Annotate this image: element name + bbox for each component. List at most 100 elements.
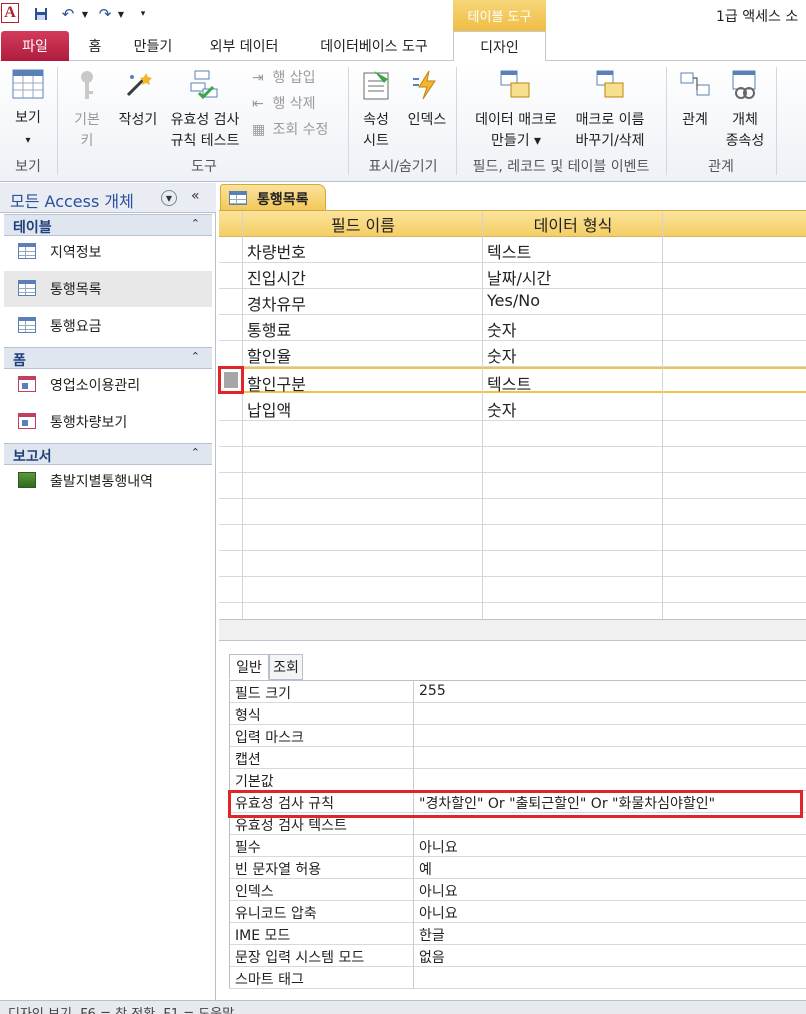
undo-dropdown-icon[interactable]: ▼ [80, 4, 90, 24]
chevron-up-icon: ⌃ [190, 350, 200, 363]
property-row-input-mask[interactable]: 입력 마스크 [229, 725, 806, 747]
field-row[interactable]: 경차유무 Yes/No [219, 289, 806, 315]
table-icon [18, 317, 36, 333]
redo-icon[interactable]: ↷ [97, 4, 113, 24]
view-button[interactable]: 보기 ▾ [6, 69, 50, 151]
field-name-cell[interactable]: 차량번호 [247, 239, 306, 263]
property-value[interactable]: 한글 [419, 925, 445, 945]
relationships-button[interactable]: 관계 [672, 69, 718, 131]
empty-field-row[interactable] [219, 499, 806, 525]
builder-button[interactable]: 작성기 [114, 69, 162, 131]
create-data-macros-button[interactable]: 데이터 매크로 만들기 ▾ [466, 69, 566, 152]
primary-key-button[interactable]: 기본 키 [64, 69, 110, 152]
property-value[interactable]: 255 [419, 683, 446, 699]
undo-icon[interactable]: ↶ [60, 4, 76, 24]
property-value[interactable]: 아니요 [419, 837, 458, 857]
nav-section-tables[interactable]: 테이블 ⌃ [4, 214, 212, 236]
empty-field-row[interactable] [219, 473, 806, 499]
empty-field-row[interactable] [219, 447, 806, 473]
tab-external-data[interactable]: 외부 데이터 [195, 31, 293, 61]
tab-lookup[interactable]: 조회 [269, 654, 303, 680]
data-type-cell[interactable]: 텍스트 [487, 371, 531, 395]
nav-item-report[interactable]: 출발지별통행내역 [4, 463, 212, 499]
data-type-cell[interactable]: 날짜/시간 [487, 265, 551, 289]
empty-field-row[interactable] [219, 551, 806, 577]
property-row-indexed[interactable]: 인덱스 아니요 [229, 879, 806, 901]
property-value[interactable]: 아니요 [419, 881, 458, 901]
tab-create[interactable]: 만들기 [122, 31, 184, 61]
nav-menu-dropdown-icon[interactable]: ▼ [161, 190, 177, 206]
property-row-smart-tags[interactable]: 스마트 태그 [229, 967, 806, 989]
shutter-bar-collapse-icon[interactable]: « [191, 188, 200, 204]
property-sheet-button[interactable]: 속성 시트 [356, 69, 396, 152]
empty-field-row[interactable] [219, 421, 806, 447]
data-type-cell[interactable]: Yes/No [487, 291, 540, 310]
customize-quick-access-icon[interactable]: ▾ [137, 4, 149, 24]
object-dependencies-button[interactable]: 개체 종속성 [720, 69, 770, 152]
empty-field-row[interactable] [219, 525, 806, 551]
field-row-current[interactable]: 할인구분 텍스트 [219, 367, 806, 395]
tab-home[interactable]: 홈 [78, 31, 112, 61]
field-row[interactable]: 할인율 숫자 [219, 341, 806, 367]
property-divider [413, 747, 414, 769]
nav-item-form[interactable]: 영업소이용관리 [4, 367, 212, 403]
field-name-cell[interactable]: 납입액 [247, 397, 291, 421]
dependencies-icon [720, 69, 770, 108]
table-icon [18, 243, 36, 259]
tab-design[interactable]: 디자인 [453, 31, 546, 62]
column-header-field-name: 필드 이름 [331, 216, 395, 235]
nav-item-table-selected[interactable]: 통행목록 [4, 271, 212, 307]
insert-rows-button[interactable]: ⇥ 행 삽입 [252, 67, 316, 87]
data-type-cell[interactable]: 숫자 [487, 397, 516, 421]
rename-macro-label-1: 매크로 이름 [575, 112, 645, 128]
field-row[interactable]: 진입시간 날짜/시간 [219, 263, 806, 289]
data-type-cell[interactable]: 숫자 [487, 343, 516, 367]
rename-delete-macro-button[interactable]: 매크로 이름 바꾸기/삭제 [566, 69, 654, 152]
field-name-cell[interactable]: 진입시간 [247, 265, 306, 289]
data-type-cell[interactable]: 텍스트 [487, 239, 531, 263]
property-row-field-size[interactable]: 필드 크기 255 [229, 681, 806, 703]
nav-pane-title[interactable]: 모든 Access 개체 [10, 188, 134, 212]
property-row-default-value[interactable]: 기본값 [229, 769, 806, 791]
field-name-cell[interactable]: 할인구분 [247, 371, 306, 395]
nav-section-reports[interactable]: 보고서 ⌃ [4, 443, 212, 465]
nav-item-label: 통행목록 [50, 282, 102, 298]
property-divider [413, 857, 414, 879]
field-row[interactable]: 통행료 숫자 [219, 315, 806, 341]
field-name-cell[interactable]: 할인율 [247, 343, 291, 367]
nav-section-forms[interactable]: 폼 ⌃ [4, 347, 212, 369]
property-value[interactable]: 아니요 [419, 903, 458, 923]
data-type-cell[interactable]: 숫자 [487, 317, 516, 341]
property-value[interactable]: 없음 [419, 947, 445, 967]
document-tab[interactable]: 통행목록 [220, 184, 326, 210]
property-row-format[interactable]: 형식 [229, 703, 806, 725]
tab-file[interactable]: 파일 [1, 31, 69, 61]
field-name-cell[interactable]: 경차유무 [247, 291, 306, 315]
redo-dropdown-icon[interactable]: ▼ [116, 4, 126, 24]
property-row-allow-zero-length[interactable]: 빈 문자열 허용 예 [229, 857, 806, 879]
access-app-icon[interactable]: A [1, 3, 19, 23]
nav-item-table[interactable]: 통행요금 [4, 308, 212, 344]
delete-rows-button[interactable]: ⇤ 행 삭제 [252, 93, 316, 113]
property-row-ime-mode[interactable]: IME 모드 한글 [229, 923, 806, 945]
tab-database-tools[interactable]: 데이터베이스 도구 [303, 31, 445, 61]
property-row-ime-sentence-mode[interactable]: 문장 입력 시스템 모드 없음 [229, 945, 806, 967]
property-row-required[interactable]: 필수 아니요 [229, 835, 806, 857]
modify-lookups-button[interactable]: ▦ 조회 수정 [252, 119, 328, 139]
field-row[interactable]: 차량번호 텍스트 [219, 237, 806, 263]
test-validation-rules-button[interactable]: 유효성 검사 규칙 테스트 [164, 69, 246, 152]
property-value[interactable]: 예 [419, 859, 432, 879]
field-name-cell[interactable]: 통행료 [247, 317, 291, 341]
insert-rows-icon: ⇥ [252, 70, 264, 86]
indexes-button[interactable]: 인덱스 [402, 69, 452, 131]
nav-item-table[interactable]: 지역정보 [4, 234, 212, 270]
nav-item-form[interactable]: 통행차량보기 [4, 404, 212, 440]
empty-field-row[interactable] [219, 577, 806, 603]
tab-general[interactable]: 일반 [229, 654, 269, 680]
pane-splitter[interactable] [219, 619, 806, 641]
property-row-unicode-compression[interactable]: 유니코드 압축 아니요 [229, 901, 806, 923]
current-row-selector[interactable] [218, 366, 244, 394]
field-row[interactable]: 납입액 숫자 [219, 395, 806, 421]
save-icon[interactable] [33, 4, 49, 24]
property-row-caption[interactable]: 캡션 [229, 747, 806, 769]
